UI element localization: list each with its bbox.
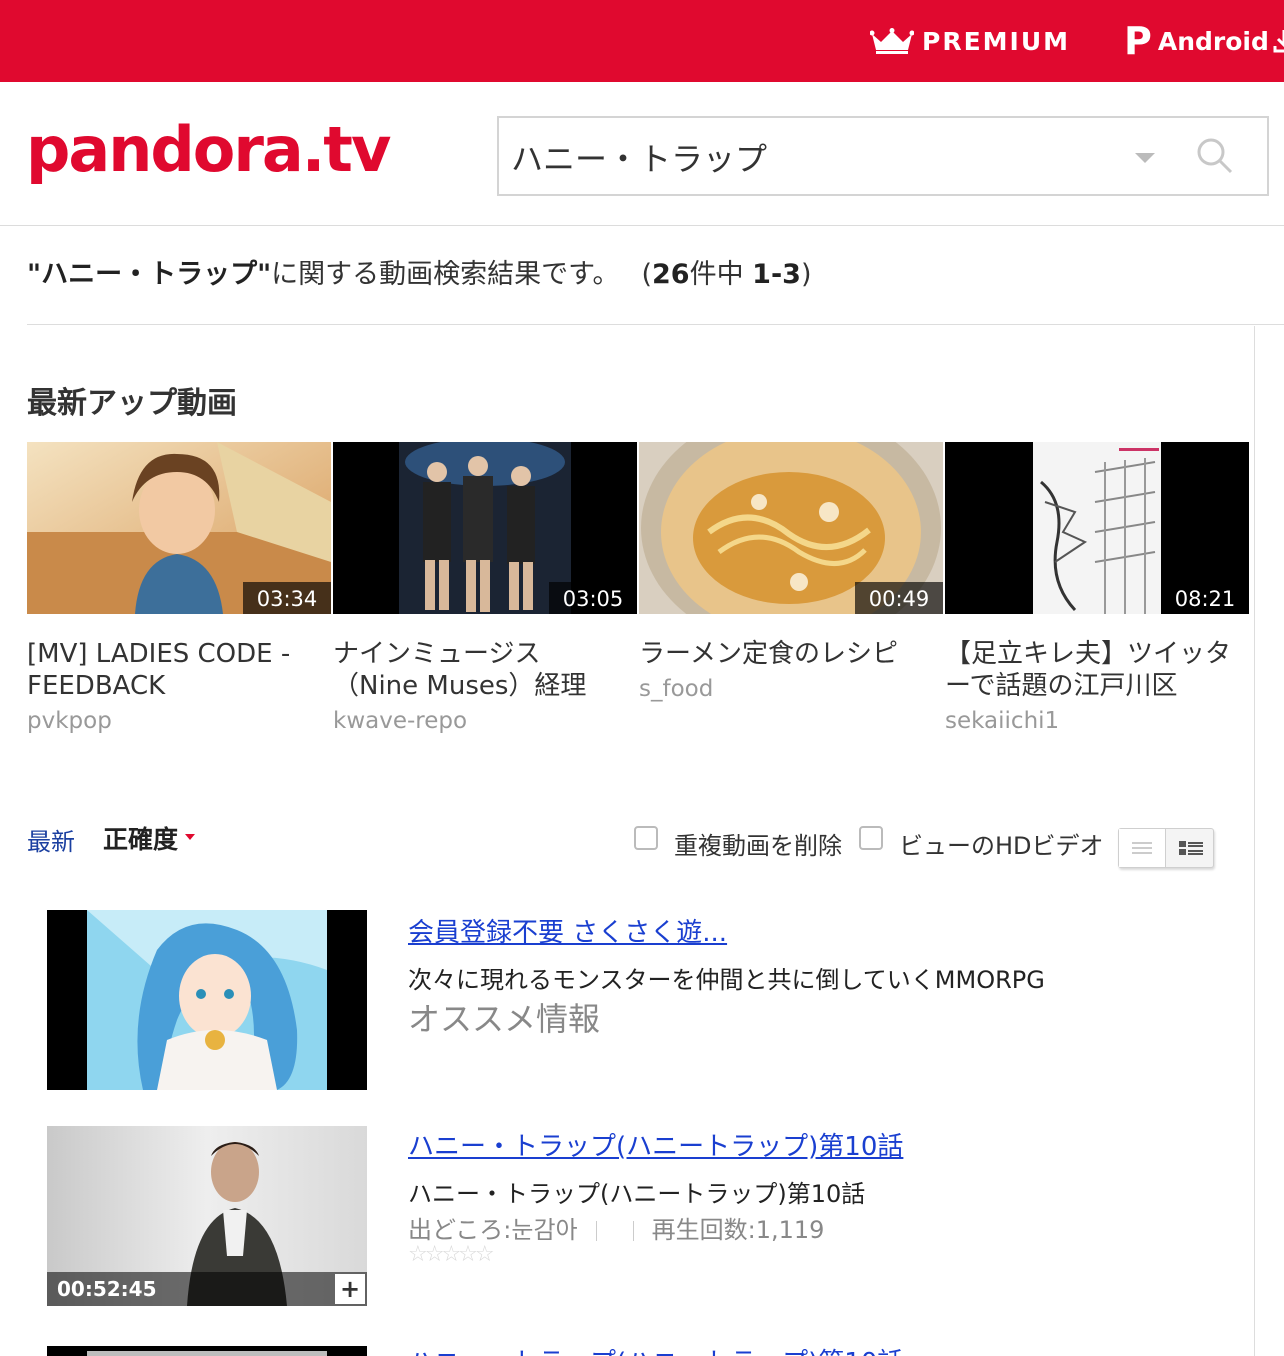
rating-stars: ☆☆☆☆☆ <box>408 1242 495 1267</box>
duration-badge: 00:49 <box>855 582 943 614</box>
video-title[interactable]: 【足立キレ夫】ツイッターで話題の江戸川区 <box>945 638 1235 702</box>
result-item: ハニー・トラップ(ハニートラップ)第10話 <box>47 1346 1247 1356</box>
video-tile[interactable]: 00:49 ラーメン定食のレシピ s_food <box>639 442 943 702</box>
latest-uploads-title: 最新アップ動画 <box>27 386 237 421</box>
detail-view-button[interactable] <box>1167 829 1214 867</box>
result-thumbnail[interactable] <box>47 910 367 1090</box>
video-thumbnail[interactable]: 00:49 <box>639 442 943 614</box>
list-view-button[interactable] <box>1119 829 1166 867</box>
hd-checkbox[interactable] <box>859 826 883 850</box>
play-count: 再生回数:1,119 <box>651 1216 825 1244</box>
count-open: ( <box>641 259 652 290</box>
list-icon <box>1132 842 1152 854</box>
video-uploader[interactable]: s_food <box>639 676 943 702</box>
video-thumbnail[interactable]: 08:21 <box>945 442 1249 614</box>
video-uploader[interactable]: pvkpop <box>27 708 331 734</box>
video-title[interactable]: ナインミュージス（Nine Muses）経理 <box>333 638 623 702</box>
result-description: ハニー・トラップ(ハニートラップ)第10話 <box>408 1180 866 1208</box>
content-border <box>1254 326 1255 1356</box>
sort-latest-tab[interactable]: 最新 <box>27 822 75 857</box>
result-thumbnail[interactable] <box>47 1346 367 1356</box>
result-title-link[interactable]: ハニー・トラップ(ハニートラップ)第10話 <box>408 1346 903 1356</box>
premium-label: PREMIUM <box>922 26 1071 56</box>
video-title[interactable]: ラーメン定食のレシピ <box>639 638 929 670</box>
sort-accuracy-tab[interactable]: 正確度 <box>103 820 178 856</box>
result-title-link[interactable]: 会員登録不要 さくさく遊... <box>408 912 727 949</box>
video-thumbnail[interactable]: 03:05 <box>333 442 637 614</box>
detail-list-icon <box>1178 841 1203 855</box>
duration-badge: 08:21 <box>1161 582 1249 614</box>
separator <box>595 1221 597 1241</box>
result-thumbnail[interactable]: 00:52:45 + <box>47 1126 367 1306</box>
pandora-logo[interactable]: pandora.tv <box>26 110 391 190</box>
duration-badge: 03:05 <box>549 582 637 614</box>
video-title[interactable]: [MV] LADIES CODE - FEEDBACK <box>27 638 317 702</box>
android-app-link[interactable]: P Android <box>1124 22 1284 60</box>
search-box[interactable]: ハニー・トラップ <box>497 116 1269 196</box>
video-tile[interactable]: 03:34 [MV] LADIES CODE - FEEDBACK pvkpop <box>27 442 331 734</box>
range-text: 1-3 <box>752 259 801 290</box>
download-icon <box>1273 30 1284 53</box>
hd-label[interactable]: ビューのHDビデオ <box>899 826 1104 861</box>
result-item: 会員登録不要 さくさく遊... 次々に現れるモンスターを仲間と共に倒していくMM… <box>47 910 1247 1100</box>
pandora-p-icon: P <box>1124 19 1152 63</box>
add-to-playlist-button[interactable]: + <box>335 1274 365 1304</box>
video-thumbnail[interactable]: 03:34 <box>27 442 331 614</box>
caret-down-icon[interactable] <box>185 834 195 840</box>
sponsored-label: オススメ情報 <box>408 1000 601 1038</box>
divider <box>27 324 1284 325</box>
duration-badge: 00:52:45 <box>47 1272 367 1306</box>
result-summary: "ハニー・トラップ"に関する動画検索結果です。 (26件中 1-3) <box>27 252 812 291</box>
video-uploader[interactable]: sekaiichi1 <box>945 708 1249 734</box>
count-close: ) <box>800 259 812 290</box>
video-tile[interactable]: 03:05 ナインミュージス（Nine Muses）経理 kwave-repo <box>333 442 637 734</box>
query-text: "ハニー・トラップ" <box>27 259 272 290</box>
top-bar: PREMIUM P Android <box>0 0 1284 82</box>
total-count: 26 <box>652 259 690 290</box>
summary-text: に関する動画検索結果です。 <box>271 259 620 290</box>
result-meta: 出どころ:눈감아 再生回数:1,119 <box>408 1210 824 1245</box>
view-toggle <box>1118 828 1214 868</box>
search-icon[interactable] <box>1195 136 1235 176</box>
premium-link[interactable]: PREMIUM <box>870 24 1070 58</box>
video-uploader[interactable]: kwave-repo <box>333 708 637 734</box>
crown-icon <box>870 28 914 54</box>
result-description: 次々に現れるモンスターを仲間と共に倒していくMMORPG <box>408 966 1045 994</box>
chevron-down-icon[interactable] <box>1135 153 1155 163</box>
search-input[interactable]: ハニー・トラップ <box>511 134 767 180</box>
result-title-link[interactable]: ハニー・トラップ(ハニートラップ)第10話 <box>408 1126 903 1163</box>
dedupe-checkbox[interactable] <box>634 826 658 850</box>
video-tile[interactable]: 08:21 【足立キレ夫】ツイッターで話題の江戸川区 sekaiichi1 <box>945 442 1249 734</box>
site-header: pandora.tv ハニー・トラップ <box>0 82 1284 226</box>
source-text[interactable]: 出どころ:눈감아 <box>408 1216 578 1244</box>
latest-uploads-grid: 03:34 [MV] LADIES CODE - FEEDBACK pvkpop… <box>27 442 1249 762</box>
result-item: 00:52:45 + ハニー・トラップ(ハニートラップ)第10話 ハニー・トラッ… <box>47 1126 1247 1316</box>
android-label: Android <box>1157 26 1269 56</box>
count-mid: 件中 <box>689 259 753 290</box>
separator <box>632 1221 634 1241</box>
dedupe-label[interactable]: 重複動画を削除 <box>674 826 842 861</box>
duration-badge: 03:34 <box>243 582 331 614</box>
